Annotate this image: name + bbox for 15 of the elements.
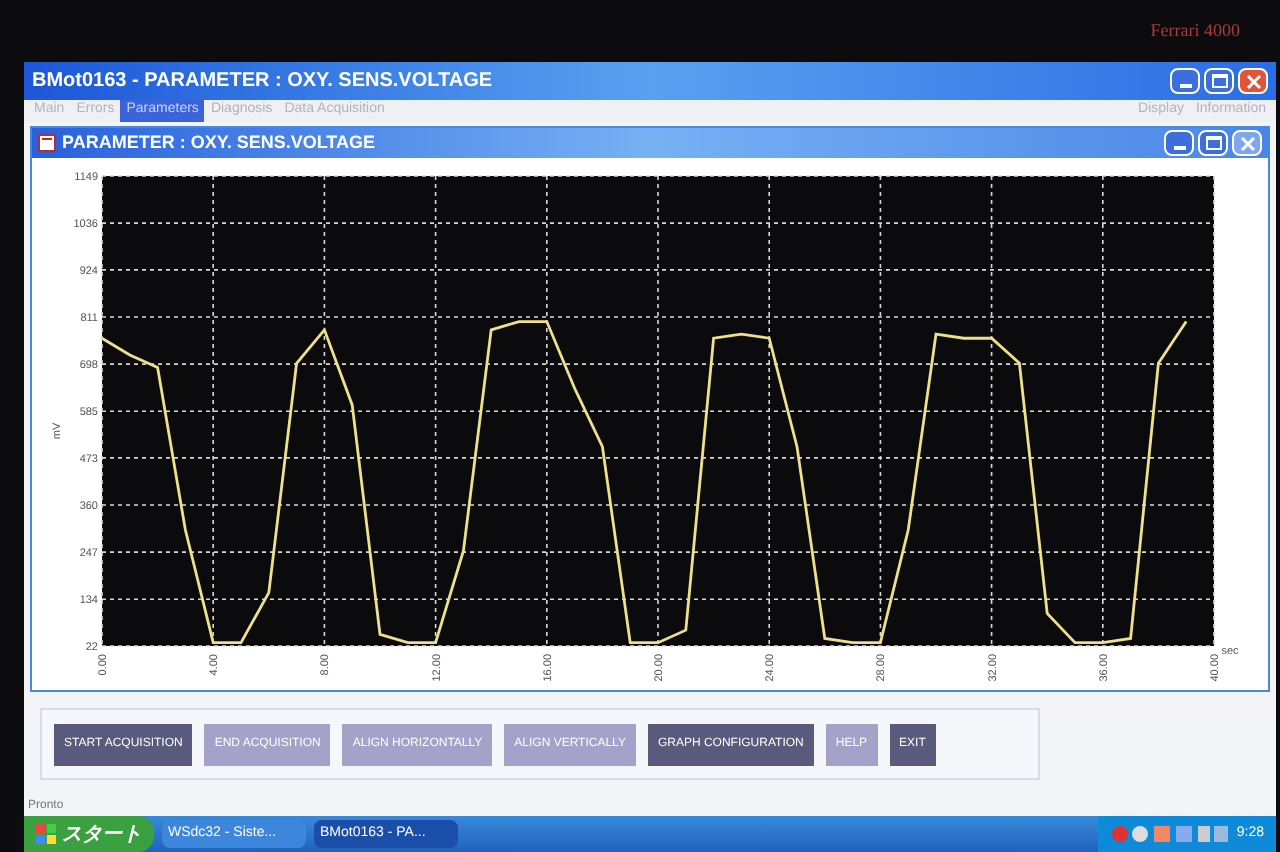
close-button[interactable] (1238, 68, 1268, 94)
tray-icons-drawing (1110, 824, 1231, 844)
document-icon (38, 134, 56, 152)
maximize-button[interactable] (1198, 130, 1228, 156)
close-button[interactable] (1232, 130, 1262, 156)
maximize-button[interactable] (1204, 68, 1234, 94)
minimize-button[interactable] (1164, 130, 1194, 156)
monitor-brand: Ferrari 4000 (1150, 17, 1240, 44)
window-title: BMot0163 - PARAMETER : OXY. SENS.VOLTAGE (32, 68, 493, 96)
subwindow-title: PARAMETER : OXY. SENS.VOLTAGE (62, 129, 376, 156)
close-icon (1245, 73, 1261, 89)
close-icon (1239, 135, 1255, 151)
start-button[interactable]: スタート (24, 816, 154, 852)
minimize-button[interactable] (1170, 68, 1200, 94)
windows-flag-icon (36, 824, 56, 844)
